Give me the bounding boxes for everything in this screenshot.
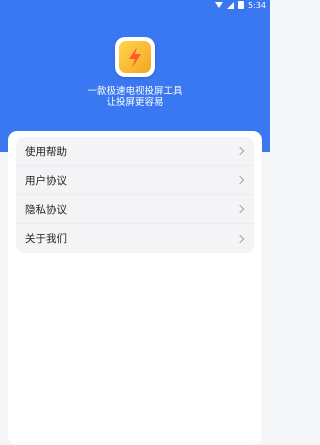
menu-item-label: 使用帮助 [25,145,67,158]
menu-item-about-us[interactable]: 关于我们 [16,224,254,253]
battery-icon [238,1,245,9]
chevron-right-icon [235,146,245,156]
chevron-right-icon [235,175,245,185]
menu-item-label: 隐私协议 [25,203,67,216]
tagline-line-2: 让投屏更容易 [106,97,164,108]
menu-item-label: 用户协议 [25,174,67,187]
menu-item-label: 关于我们 [25,233,67,245]
logo-background [119,41,151,73]
menu-item-help[interactable]: 使用帮助 [16,137,254,166]
wifi-icon [215,2,224,8]
content-card: 使用帮助 用户协议 隐私协议 关于我们 [8,131,262,445]
chevron-right-icon [235,234,245,243]
app-logo [115,37,155,77]
lightning-bolt-icon [129,47,141,68]
menu-item-privacy-policy[interactable]: 隐私协议 [16,195,254,224]
status-bar: 5:34 [215,0,266,10]
settings-menu: 使用帮助 用户协议 隐私协议 关于我们 [16,137,254,253]
signal-icon [227,1,235,9]
chevron-right-icon [235,204,245,214]
menu-item-user-agreement[interactable]: 用户协议 [16,166,254,195]
header-banner: 5:34 一款极速电视投屏工具 让投屏更容易 [0,0,270,152]
status-time: 5:34 [248,0,266,10]
